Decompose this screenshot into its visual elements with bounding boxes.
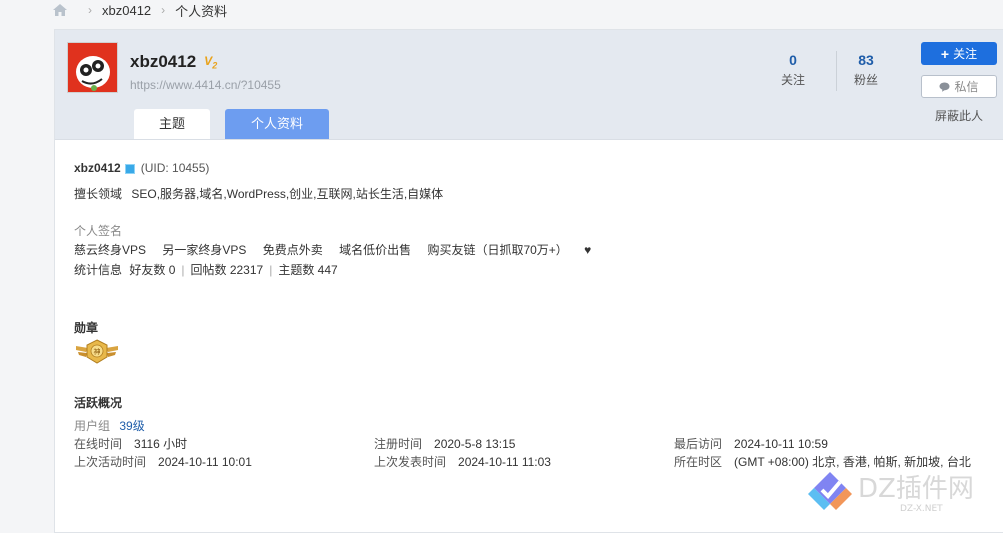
last-visit-label: 最后访问 [674, 437, 723, 451]
chat-bubble-icon [939, 82, 950, 92]
fans-count: 83 [858, 52, 874, 68]
signature-label: 个人签名 [74, 224, 123, 238]
usergroup-link[interactable]: 39级 [119, 419, 144, 433]
online-time-label: 在线时间 [74, 437, 123, 451]
signature-link[interactable]: 购买友链（日抓取70万+） [427, 243, 567, 257]
usergroup-line: 用户组 39级 [74, 417, 145, 434]
svg-text:DZ插件网: DZ插件网 [858, 474, 974, 504]
following-count: 0 [789, 52, 797, 68]
register-time-label: 注册时间 [374, 437, 423, 451]
follow-label: 关注 [953, 47, 978, 61]
vip-badge-icon: V2 [204, 53, 218, 71]
stats-line: 统计信息 好友数 0 | 回帖数 22317 | 主题数 447 [74, 261, 338, 278]
stat-following[interactable]: 0 关注 [773, 52, 813, 88]
signature-link[interactable]: 域名低价出售 [339, 243, 411, 257]
username-text: xbz0412 [130, 52, 197, 71]
breadcrumb-user[interactable]: xbz0412 [102, 3, 151, 18]
heart-icon: ♥ [584, 243, 592, 257]
message-button[interactable]: 私信 [921, 75, 997, 98]
message-label: 私信 [954, 80, 979, 94]
last-visit: 最后访问 2024-10-11 10:59 [674, 435, 828, 452]
topics-link[interactable]: 主题数 447 [278, 263, 337, 277]
usergroup-label: 用户组 [74, 419, 111, 433]
profile-username: xbz0412 V2 [130, 52, 217, 72]
medals-title: 勋章 [74, 321, 99, 335]
replies-link[interactable]: 回帖数 22317 [191, 263, 264, 277]
signature-link[interactable]: 慈云终身VPS [74, 243, 146, 257]
separator: | [181, 263, 185, 277]
breadcrumb-separator: › [161, 3, 166, 17]
skill-line: 擅长领域 SEO,服务器,域名,WordPress,创业,互联网,站长生活,自媒… [74, 185, 443, 202]
friends-link[interactable]: 好友数 0 [129, 263, 175, 277]
stats-label: 统计信息 [74, 263, 123, 277]
plus-icon: + [940, 45, 950, 62]
online-status-icon [124, 163, 135, 174]
signature-link[interactable]: 免费点外卖 [263, 243, 323, 257]
signature-link[interactable]: 另一家终身VPS [162, 243, 246, 257]
last-visit-value: 2024-10-11 10:59 [734, 437, 828, 451]
tab-topics[interactable]: 主题 [134, 109, 210, 139]
separator: | [269, 263, 273, 277]
info-uid: (UID: 10455) [140, 161, 210, 175]
breadcrumb-page: 个人资料 [175, 3, 228, 19]
last-active-value: 2024-10-11 10:01 [158, 455, 252, 469]
block-user-link[interactable]: 屏蔽此人 [935, 107, 983, 124]
breadcrumb: › xbz0412 › 个人资料 [52, 0, 227, 20]
following-label: 关注 [780, 73, 805, 87]
online-time-value: 3116 小时 [134, 437, 188, 451]
fans-label: 粉丝 [853, 73, 878, 87]
svg-text:神: 神 [94, 347, 101, 356]
breadcrumb-separator: › [88, 3, 92, 17]
timezone-label: 所在时区 [674, 455, 723, 469]
skill-label: 擅长领域 [74, 187, 123, 201]
last-active-label: 上次活动时间 [74, 455, 147, 469]
profile-url[interactable]: https://www.4414.cn/?10455 [130, 78, 281, 92]
profile-tabs: 主题 个人资料 [134, 109, 329, 139]
medal-icon[interactable]: 神 [74, 338, 120, 364]
tab-profile[interactable]: 个人资料 [225, 109, 329, 139]
dz-logo-watermark: DZ插件网 DZ-X.NET [808, 472, 974, 514]
follow-button[interactable]: + 关注 [921, 42, 997, 65]
info-username: xbz0412 [74, 161, 121, 175]
skill-value: SEO,服务器,域名,WordPress,创业,互联网,站长生活,自媒体 [131, 187, 444, 201]
register-time-value: 2020-5-8 13:15 [434, 437, 516, 451]
stats-divider [836, 51, 837, 91]
avatar[interactable] [67, 42, 118, 93]
home-icon[interactable] [52, 3, 68, 17]
profile-card: xbz0412 V2 https://www.4414.cn/?10455 主题… [54, 29, 1003, 533]
info-user-line: xbz0412 (UID: 10455) [74, 161, 209, 175]
avatar-image [68, 43, 117, 92]
last-active: 上次活动时间 2024-10-11 10:01 [74, 453, 252, 470]
activity-title: 活跃概况 [74, 396, 123, 410]
profile-header: xbz0412 V2 https://www.4414.cn/?10455 主题… [55, 30, 1003, 140]
register-time: 注册时间 2020-5-8 13:15 [374, 435, 515, 452]
last-post-value: 2024-10-11 11:03 [458, 455, 551, 469]
last-post: 上次发表时间 2024-10-11 11:03 [374, 453, 551, 470]
signature-links: 慈云终身VPS 另一家终身VPS 免费点外卖 域名低价出售 购买友链（日抓取70… [74, 241, 604, 258]
svg-text:DZ-X.NET: DZ-X.NET [900, 504, 943, 514]
last-post-label: 上次发表时间 [374, 455, 447, 469]
online-time: 在线时间 3116 小时 [74, 435, 187, 452]
stat-fans[interactable]: 83 粉丝 [846, 52, 886, 88]
